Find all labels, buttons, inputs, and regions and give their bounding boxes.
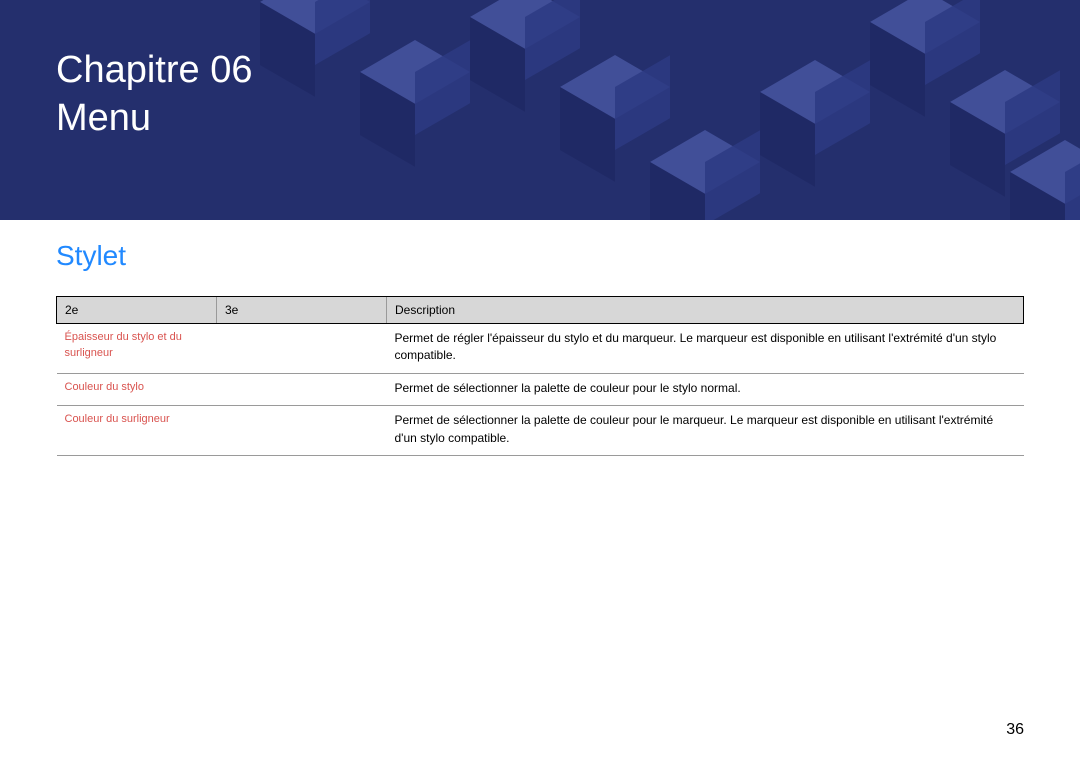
page-number: 36 — [1006, 721, 1024, 739]
setting-sub-cell — [217, 324, 387, 374]
chapter-label: Chapitre 06 — [56, 46, 252, 94]
table-header-2e: 2e — [57, 297, 217, 324]
page: Chapitre 06 Menu Stylet 2e 3e Descriptio… — [0, 0, 1080, 763]
setting-name-cell: Couleur du stylo — [57, 373, 217, 405]
setting-name-cell: Épaisseur du stylo et du surligneur — [57, 324, 217, 374]
cube-decoration — [260, 0, 370, 96]
chapter-banner: Chapitre 06 Menu — [0, 0, 1080, 220]
settings-table: 2e 3e Description Épaisseur du stylo et … — [56, 296, 1024, 456]
content-area: Stylet 2e 3e Description Épaisseur du st… — [0, 220, 1080, 456]
table-row: Couleur du stylo Permet de sélectionner … — [57, 373, 1024, 405]
banner-title-block: Chapitre 06 Menu — [56, 46, 252, 142]
setting-desc-cell: Permet de sélectionner la palette de cou… — [387, 406, 1024, 456]
table-header-row: 2e 3e Description — [57, 297, 1024, 324]
table-header-description: Description — [387, 297, 1024, 324]
table-row: Épaisseur du stylo et du surligneur Perm… — [57, 324, 1024, 374]
cube-decoration — [760, 60, 870, 186]
table-row: Couleur du surligneur Permet de sélectio… — [57, 406, 1024, 456]
cube-decoration — [1010, 140, 1080, 220]
setting-desc-cell: Permet de sélectionner la palette de cou… — [387, 373, 1024, 405]
cube-decoration — [360, 40, 470, 166]
section-title: Stylet — [56, 240, 1024, 272]
setting-desc-cell: Permet de régler l'épaisseur du stylo et… — [387, 324, 1024, 374]
cube-decoration — [650, 130, 760, 220]
setting-sub-cell — [217, 373, 387, 405]
setting-sub-cell — [217, 406, 387, 456]
setting-name-cell: Couleur du surligneur — [57, 406, 217, 456]
table-header-3e: 3e — [217, 297, 387, 324]
chapter-title: Menu — [56, 94, 252, 142]
